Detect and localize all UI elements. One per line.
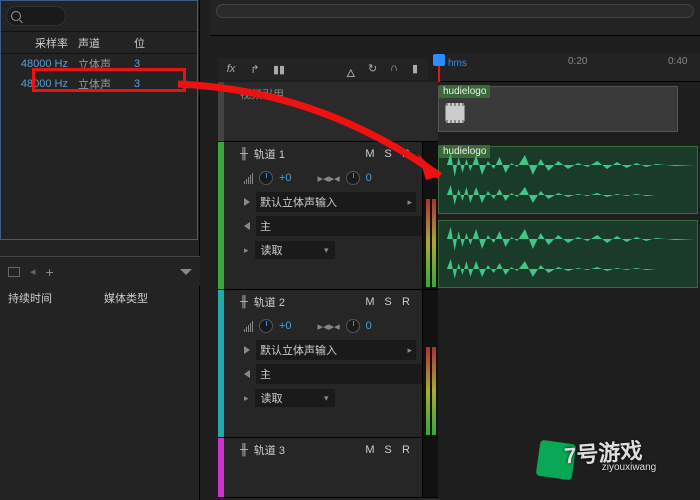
audio-track-2: ╫ 轨道 2 M S R I +0 ▸◂▸◂ 0 [218,290,438,438]
pan-icon: ▸◂▸◂ [318,172,340,185]
chevron-right-icon[interactable]: ▸ [244,393,249,404]
chevron-right-icon[interactable]: ▸ [244,245,249,256]
mute-button[interactable]: M [364,148,376,160]
playhead-handle[interactable] [433,54,445,66]
solo-button[interactable]: S [382,296,394,308]
video-track[interactable]: 视频引用 [218,82,438,142]
output-route-dropdown[interactable]: 主▸ [256,364,434,384]
input-route-dropdown[interactable]: 默认立体声输入▸ [256,192,416,212]
clip-label: hudielogo [439,85,490,98]
track-meter [422,142,438,289]
add-button[interactable]: + [46,264,54,280]
fx-icon[interactable]: fx [224,62,238,76]
track-color-strip[interactable] [218,142,224,289]
track-color-strip[interactable] [218,438,224,497]
track-meter [422,438,438,497]
track-header: ╫ 轨道 2 M S R I [218,290,438,314]
waveform-icon: ╫ [240,444,248,456]
pan-value[interactable]: 0 [366,172,372,184]
search-icon [11,11,21,21]
record-button[interactable]: R [400,296,412,308]
pan-knob[interactable] [346,319,360,333]
time-ruler[interactable]: 0:20 0:40 [438,54,700,82]
waveform-icon: ╫ [240,148,248,160]
input-arrow-icon [244,198,250,206]
col-bits[interactable]: 位 [134,35,145,51]
mute-button[interactable]: M [364,444,376,456]
metronome-icon[interactable]: 🜂 [346,62,360,76]
column-headers-2: 持续时间 媒体类型 [0,286,200,310]
folder-icon[interactable] [8,267,20,277]
track-meter [422,290,438,437]
volume-value[interactable]: +0 [279,320,292,332]
solo-button[interactable]: S [382,148,394,160]
playhead-icon[interactable]: ▮ [412,62,426,76]
audio-track-3: ╫ 轨道 3 M S R I [218,438,438,498]
filter-icon[interactable] [180,269,192,275]
solo-button[interactable]: S [382,444,394,456]
col-duration[interactable]: 持续时间 [8,290,104,306]
snap-icon[interactable]: ∩ [390,62,404,76]
track-name[interactable]: 轨道 3 [254,442,285,458]
pan-icon: ▸◂▸◂ [318,320,340,333]
pan-knob[interactable] [346,171,360,185]
track-header: ╫ 轨道 1 M S R I [218,142,438,166]
col-media-type[interactable]: 媒体类型 [104,290,148,306]
mute-button[interactable]: M [364,296,376,308]
col-channels[interactable]: 声道 [78,35,134,51]
prev-icon[interactable]: ◂ [30,265,36,278]
send-icon[interactable]: ↱ [248,62,262,76]
search-row [0,0,199,32]
col-sample-rate[interactable]: 采样率 [6,35,78,51]
ruler-tick: 0:40 [668,56,687,67]
volume-meter-icon [244,173,253,184]
track-color-strip[interactable] [218,290,224,437]
track-headers: 视频引用 ╫ 轨道 1 M S R I +0 ▸◂▸◂ 0 [218,82,438,500]
track-name[interactable]: 轨道 1 [254,146,285,162]
waveform-icon: ╫ [240,296,248,308]
media-row[interactable]: 48000 Hz 立体声 3 [0,74,199,94]
audio-clip[interactable] [438,220,698,288]
audio-clip[interactable]: hudielogo [438,146,698,214]
volume-knob[interactable] [259,319,273,333]
media-row[interactable]: 48000 Hz 立体声 3 [0,54,199,74]
film-icon [445,105,465,121]
input-route-dropdown[interactable]: 默认立体声输入▸ [256,340,416,360]
track-name[interactable]: 轨道 2 [254,294,285,310]
eq-icon[interactable]: ▮▮ [272,62,286,76]
audio-track-1: ╫ 轨道 1 M S R I +0 ▸◂▸◂ 0 [218,142,438,290]
timeline-overview-bar[interactable] [216,4,694,18]
volume-meter-icon [244,321,253,332]
loop-icon[interactable]: ↻ [368,62,382,76]
volume-knob[interactable] [259,171,273,185]
record-button[interactable]: R [400,148,412,160]
playhead-time: hms [448,58,467,69]
volume-value[interactable]: +0 [279,172,292,184]
clips-area[interactable]: hudielogo hudielogo [438,82,700,500]
automation-mode-dropdown[interactable]: 读取▾ [255,389,335,407]
video-clip[interactable]: hudielogo [438,86,678,132]
ruler-tick: 0:20 [568,56,587,67]
record-button[interactable]: R [400,444,412,456]
search-input[interactable] [6,6,66,26]
automation-mode-dropdown[interactable]: 读取▾ [255,241,335,259]
left-panel: 采样率 声道 位 48000 Hz 立体声 3 48000 Hz 立体声 3 ◂… [0,0,200,500]
editor-toolbar-right: 🜂 ↻ ∩ ▮ [346,58,438,80]
output-arrow-icon [244,222,250,230]
input-arrow-icon [244,346,250,354]
output-route-dropdown[interactable]: 主▸ [256,216,434,236]
media-controls: ◂ + [0,256,200,286]
output-arrow-icon [244,370,250,378]
track-header: ╫ 轨道 3 M S R I [218,438,438,462]
column-headers: 采样率 声道 位 [0,32,199,54]
pan-value[interactable]: 0 [366,320,372,332]
video-track-label: 视频引用 [240,86,284,102]
